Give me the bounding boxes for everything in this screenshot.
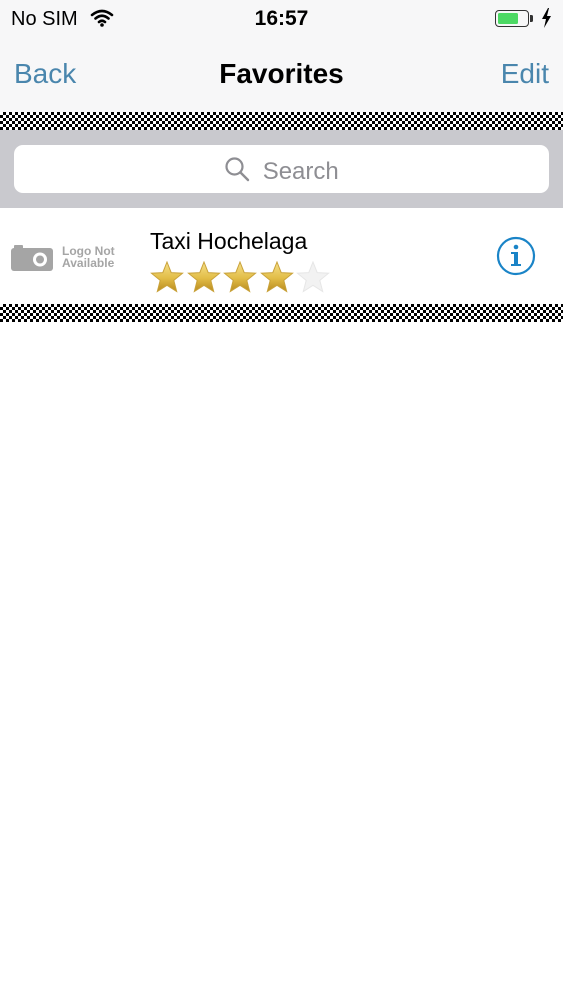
list-item[interactable]: Logo Not Available Taxi Hochelaga	[0, 208, 563, 304]
checkered-divider-top	[0, 112, 563, 130]
checkered-divider-bottom	[0, 304, 563, 322]
search-bar-area: Search	[0, 130, 563, 208]
status-time: 16:57	[254, 7, 309, 30]
taxi-name: Taxi Hochelaga	[150, 228, 308, 254]
search-input[interactable]: Search	[14, 145, 549, 193]
page-title: Favorites	[219, 58, 344, 89]
logo-placeholder: Logo Not Available	[10, 244, 130, 284]
info-icon[interactable]	[496, 236, 536, 276]
navigation-bar: Back Favorites Edit	[0, 38, 563, 112]
logo-text-line2: Available	[62, 256, 115, 270]
battery-level	[498, 13, 518, 24]
star-filled-icon	[223, 260, 257, 298]
status-bar: No SIM 16:57	[0, 0, 563, 38]
search-icon	[224, 156, 250, 187]
star-filled-icon	[150, 260, 184, 298]
camera-icon	[10, 244, 54, 277]
bolt-icon	[541, 8, 552, 33]
edit-button[interactable]: Edit	[501, 58, 549, 90]
battery-icon	[495, 10, 529, 27]
logo-not-available-label: Logo Not Available	[62, 245, 115, 269]
star-empty-icon	[296, 260, 330, 298]
search-placeholder: Search	[262, 157, 339, 185]
star-filled-icon	[259, 260, 294, 298]
star-filled-icon	[186, 260, 221, 298]
battery-nub	[530, 15, 533, 22]
